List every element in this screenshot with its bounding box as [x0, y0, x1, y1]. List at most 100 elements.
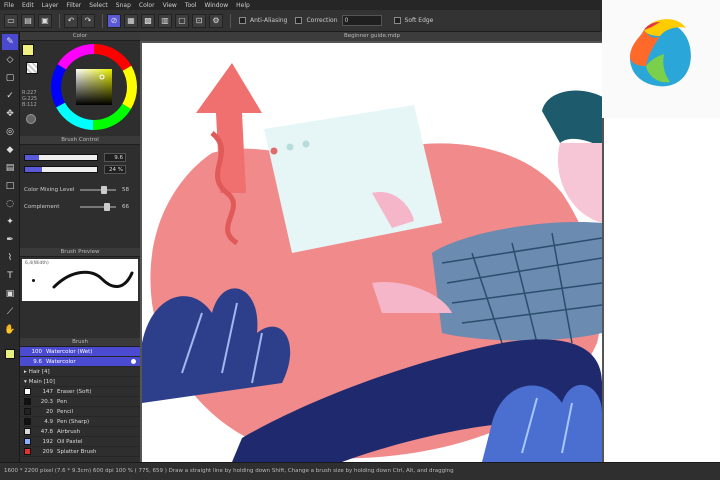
paper-dot	[286, 143, 294, 151]
menu-filter[interactable]: Filter	[66, 2, 81, 9]
tool-fill[interactable]: ◆	[2, 142, 18, 158]
brush-name: Eraser (Soft)	[57, 388, 92, 395]
toolbar-separator	[59, 13, 60, 28]
fill-icon: ▥	[161, 16, 169, 25]
medibang-logo	[602, 0, 720, 118]
clear-selection-button[interactable]: ▢	[175, 13, 189, 28]
invert-selection-button[interactable]: ▩	[141, 13, 155, 28]
complement-slider[interactable]	[80, 202, 116, 211]
tool-eraser[interactable]: ◇	[2, 52, 18, 68]
menu-tool[interactable]: Tool	[185, 2, 197, 9]
menu-view[interactable]: View	[163, 2, 177, 9]
gear-icon: ⚙	[212, 16, 220, 25]
brush-group-name: Hair [4]	[28, 368, 50, 375]
tool-eyedropper[interactable]: ⌇	[2, 250, 18, 266]
tool-magic-wand[interactable]: ✦	[2, 214, 18, 230]
redo-button[interactable]: ↷	[81, 13, 95, 28]
pipette-icon: ⟋	[6, 307, 14, 317]
tool-column: ✎ ◇ ▢ ✓ ✥ ◎ ◆ ▤ □ ◌ ✦ ✒ ⌇ T ▣ ⟋ ✋	[0, 32, 20, 462]
menu-file[interactable]: File	[4, 2, 14, 9]
complement-label: Complement	[24, 203, 60, 210]
tool-move[interactable]: ✥	[2, 106, 18, 122]
transform-icon: ⊡	[195, 16, 203, 25]
new-file-button[interactable]: ▭	[4, 13, 18, 28]
tool-text[interactable]: T	[2, 268, 18, 284]
brush-item[interactable]: 147 Eraser (Soft)	[20, 387, 140, 397]
brush-item-watercolor[interactable]: 9.6 Watercolor	[20, 357, 140, 367]
correction-select[interactable]: 0	[341, 15, 382, 26]
tool-lasso[interactable]: ◌	[2, 196, 18, 212]
menu-color[interactable]: Color	[139, 2, 155, 9]
rect-select-icon: ▢	[5, 73, 15, 83]
menu-help[interactable]: Help	[236, 2, 250, 9]
brush-color-swatch	[24, 418, 31, 425]
settings-button[interactable]: ⚙	[209, 13, 223, 28]
antialiasing-label: Anti-Aliasing	[250, 17, 288, 24]
color-wheel[interactable]	[50, 43, 138, 131]
transform-button[interactable]: ⊡	[192, 13, 206, 28]
brush-item-watercolor-wet[interactable]: 100 Watercolor (Wet)	[20, 347, 140, 357]
menu-snap[interactable]: Snap	[116, 2, 131, 9]
tool-brush[interactable]: ✎	[2, 34, 18, 50]
tool-pen[interactable]: ✒	[2, 232, 18, 248]
brush-item[interactable]: 192 Oil Pastel	[20, 437, 140, 447]
invert-icon: ▩	[144, 16, 152, 25]
brush-item[interactable]: 20 Pencil	[20, 407, 140, 417]
eyedropper-icon: ⌇	[7, 253, 13, 263]
deselect-button[interactable]: ⊘	[107, 13, 121, 28]
tool-pipette[interactable]: ⟋	[2, 304, 18, 320]
correction-checkbox[interactable]	[295, 17, 303, 24]
brush-size-slider[interactable]	[24, 153, 98, 161]
brush-control-title: Brush Control	[20, 136, 140, 145]
tool-rect[interactable]: □	[2, 178, 18, 194]
color-mixing-slider[interactable]	[80, 185, 116, 194]
left-panels: Color R:227 G:225 B:112 Brush Control 9.…	[20, 32, 140, 462]
tool-gradient[interactable]: ▤	[2, 160, 18, 176]
redo-icon: ↷	[84, 16, 92, 25]
complement-knob[interactable]	[103, 202, 110, 211]
text-icon: T	[7, 271, 13, 281]
brush-opacity-slider[interactable]	[24, 165, 98, 173]
tool-shape[interactable]: ◎	[2, 124, 18, 140]
brush-item[interactable]: 4.9 Pen (Sharp)	[20, 417, 140, 427]
brush-group-main[interactable]: ▾ Main [10]	[20, 377, 140, 387]
brush-size: 20	[46, 408, 53, 415]
document-tab[interactable]: Beginner guide.mdp	[140, 32, 604, 41]
tool-check[interactable]: ✓	[2, 88, 18, 104]
soft-edge-label: Soft Edge	[404, 17, 434, 24]
menu-edit[interactable]: Edit	[22, 2, 34, 9]
background-swatch[interactable]	[26, 62, 38, 74]
soft-edge-checkbox[interactable]	[393, 17, 401, 24]
foreground-swatch[interactable]	[22, 44, 34, 56]
foreground-color-swatch[interactable]	[2, 346, 18, 362]
menu-window[interactable]: Window	[204, 2, 228, 9]
color-palette-button[interactable]	[26, 114, 36, 124]
brush-opacity-value[interactable]: 24 %	[104, 164, 126, 174]
brush-group-hair[interactable]: ▸ Hair [4]	[20, 367, 140, 377]
brush-item[interactable]: 20.3 Pen	[20, 397, 140, 407]
toolbar-separator	[230, 13, 231, 28]
antialiasing-checkbox[interactable]	[239, 17, 246, 24]
clear-icon: ▢	[178, 16, 186, 25]
brush-size: 100	[31, 348, 43, 355]
tool-hand[interactable]: ✋	[2, 322, 18, 338]
drawing-canvas[interactable]	[142, 43, 602, 462]
color-mixing-knob[interactable]	[100, 185, 107, 194]
tool-frame[interactable]: ▣	[2, 286, 18, 302]
open-button[interactable]: ▤	[21, 13, 35, 28]
tool-select-rect[interactable]: ▢	[2, 70, 18, 86]
menu-select[interactable]: Select	[89, 2, 108, 9]
brush-size: 4.9	[44, 418, 53, 425]
menu-layer[interactable]: Layer	[42, 2, 59, 9]
toolbar: ▭ ▤ ▣ ↶ ↷ ⊘ ▦ ▩ ▥ ▢ ⊡ ⚙ Anti-Aliasing Co…	[0, 10, 600, 32]
folder-icon: ▤	[24, 16, 32, 25]
save-button[interactable]: ▣	[38, 13, 52, 28]
fill-selection-button[interactable]: ▥	[158, 13, 172, 28]
brush-item[interactable]: 47.8 Airbrush	[20, 427, 140, 437]
select-all-button[interactable]: ▦	[124, 13, 138, 28]
brush-item[interactable]: 209 Splatter Brush	[20, 447, 140, 457]
brush-size-value[interactable]: 9.6	[104, 152, 126, 162]
deselect-icon: ⊘	[110, 16, 118, 25]
canvas-area[interactable]: Beginner guide.mdp	[140, 32, 604, 462]
undo-button[interactable]: ↶	[64, 13, 78, 28]
